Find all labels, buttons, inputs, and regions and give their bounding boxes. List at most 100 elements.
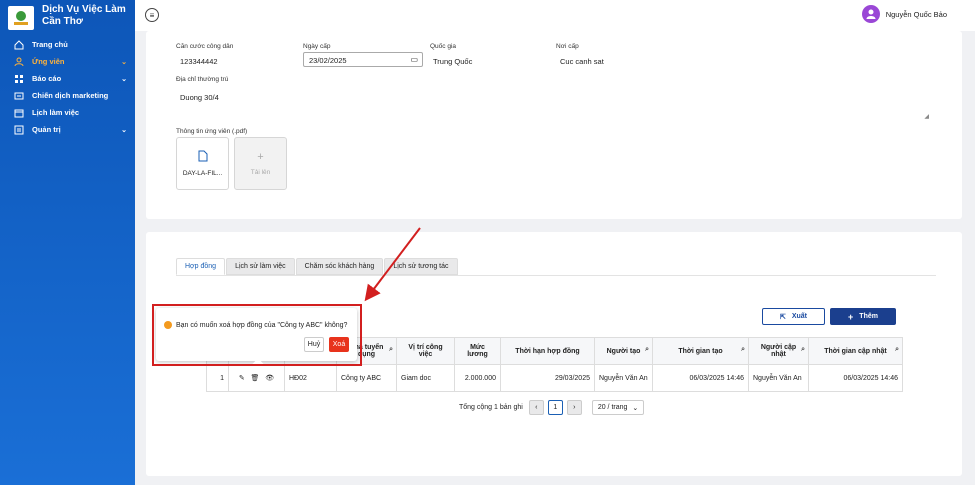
prev-page-button[interactable]: ‹	[528, 400, 544, 415]
cell-creator: Nguyễn Văn An	[594, 364, 653, 392]
col-header-created-at: Thời gian tạo ⌕	[652, 337, 749, 365]
pager-total: Tổng cộng 1 bản ghi	[459, 404, 523, 411]
sidebar-item-label: Lịch làm việc	[32, 108, 80, 117]
cell-employer: Công ty ABC	[336, 364, 397, 392]
page-button[interactable]: 1	[547, 400, 563, 415]
sidebar-item-marketing[interactable]: Chiến dịch marketing	[0, 87, 135, 104]
page-size-select[interactable]: 20 / trang ⌄	[591, 400, 644, 415]
chevron-down-icon: ⌄	[121, 126, 127, 134]
brand-line-2: Cần Thơ	[42, 16, 83, 27]
chevron-left-icon: ‹	[535, 404, 538, 411]
user-name: Nguyễn Quốc Bảo	[885, 9, 947, 19]
col-header-salary: Mức lương	[454, 337, 501, 365]
tabs-divider	[176, 275, 936, 276]
cell-position: Giam doc	[396, 364, 455, 392]
cell-term: 29/03/2025	[500, 364, 595, 392]
col-header-term: Thời hạn hợp đồng	[500, 337, 595, 365]
user-menu[interactable]: Nguyễn Quốc Bảo	[861, 5, 947, 23]
country-field[interactable]: Trung Quốc	[433, 57, 472, 66]
files-label: Thông tin ứng viên (.pdf)	[176, 128, 248, 135]
search-icon[interactable]: ⌕	[645, 346, 649, 354]
cell-salary: 2.000.000	[454, 364, 501, 392]
search-icon[interactable]: ⌕	[389, 346, 393, 354]
add-button[interactable]: + Thêm	[830, 308, 896, 325]
delete-icon[interactable]: 🗑	[251, 375, 260, 382]
sidebar-item-schedule[interactable]: Lịch làm việc	[0, 104, 135, 121]
add-label: Thêm	[859, 313, 878, 320]
export-label: Xuất	[791, 313, 808, 320]
users-icon	[14, 57, 24, 67]
home-icon	[14, 39, 24, 50]
sidebar-item-label: Báo cáo	[32, 74, 62, 83]
cell-created-at: 06/03/2025 14:46	[652, 364, 749, 392]
issue-date-label: Ngày cấp	[303, 43, 331, 50]
annotation-box	[152, 304, 362, 366]
sidebar: Dịch Vụ Việc Làm Cần Thơ Trang chủ Ứng v…	[0, 0, 135, 485]
tab-work-history[interactable]: Lịch sử làm việc	[226, 258, 295, 275]
plus-icon: +	[257, 151, 264, 163]
admin-icon	[14, 125, 24, 135]
tab-interaction-history[interactable]: Lịch sử tương tác	[384, 258, 458, 275]
calendar-icon: ▭	[410, 55, 418, 64]
col-header-position: Vị trí công việc	[396, 337, 455, 365]
cccd-field[interactable]: 123344442	[180, 57, 218, 66]
topbar: ≡ Nguyễn Quốc Bảo	[135, 0, 975, 31]
brand[interactable]: Dịch Vụ Việc Làm Cần Thơ	[0, 0, 135, 34]
sidebar-item-admin[interactable]: Quản trị ⌄	[0, 121, 135, 138]
sidebar-item-home[interactable]: Trang chủ	[0, 36, 135, 53]
issue-date-field[interactable]: 23/02/2025 ▭	[303, 52, 423, 67]
chevron-right-icon: ›	[573, 404, 576, 411]
issue-place-label: Nơi cấp	[556, 43, 579, 50]
cell-updater: Nguyễn Văn An	[748, 364, 809, 392]
sidebar-item-candidates[interactable]: Ứng viên ⌄	[0, 53, 135, 70]
calendar-icon	[14, 108, 24, 118]
tab-customer-care[interactable]: Chăm sóc khách hàng	[295, 258, 384, 275]
sidebar-nav: Trang chủ Ứng viên ⌄ Báo cáo ⌄ Chiến dịc…	[0, 36, 135, 138]
cell-stt: 1	[206, 364, 229, 392]
search-icon[interactable]: ⌕	[801, 346, 805, 354]
cccd-label: Căn cước công dân	[176, 43, 234, 50]
export-button[interactable]: ⇱ Xuất	[762, 308, 825, 325]
resize-handle-icon[interactable]: ◢	[924, 113, 929, 120]
cell-updated-at: 06/03/2025 14:46	[808, 364, 903, 392]
chevron-down-icon: ⌄	[121, 75, 127, 83]
sidebar-item-label: Chiến dịch marketing	[32, 91, 109, 100]
sidebar-item-reports[interactable]: Báo cáo ⌄	[0, 70, 135, 87]
campaign-icon	[14, 91, 24, 101]
issue-place-field[interactable]: Cuc canh sat	[560, 57, 604, 66]
avatar	[861, 5, 880, 23]
cell-code: HĐ02	[284, 364, 337, 392]
upload-tile[interactable]: + Tải lên	[234, 137, 287, 190]
country-label: Quốc gia	[430, 43, 457, 50]
file-name: DAY-LA-FIL...	[182, 170, 223, 177]
tab-bar: Hợp đồng Lịch sử làm việc Chăm sóc khách…	[176, 258, 459, 275]
menu-toggle-button[interactable]: ≡	[145, 8, 159, 22]
col-header-creator: Người tạo ⌕	[594, 337, 653, 365]
grid-icon	[14, 74, 24, 84]
search-icon[interactable]: ⌕	[741, 346, 745, 354]
file-tile[interactable]: DAY-LA-FIL...	[176, 137, 229, 190]
tab-contracts[interactable]: Hợp đồng	[176, 258, 226, 275]
chevron-down-icon: ⌄	[121, 58, 127, 66]
col-header-updater: Người cập nhật ⌕	[748, 337, 809, 365]
logo-icon	[8, 6, 34, 30]
next-page-button[interactable]: ›	[566, 400, 582, 415]
address-field[interactable]: Duong 30/4 ◢	[176, 86, 933, 122]
table-row[interactable]: 1 ✎ 🗑 👁 HĐ02 Công ty ABC Giam doc 2.000.…	[206, 364, 903, 392]
edit-icon[interactable]: ✎	[239, 375, 245, 382]
sidebar-item-label: Trang chủ	[32, 40, 68, 49]
upload-label: Tải lên	[250, 169, 271, 176]
chevron-down-icon: ⌄	[632, 404, 639, 412]
search-icon[interactable]: ⌕	[895, 346, 899, 354]
address-label: Địa chỉ thường trú	[176, 76, 229, 83]
col-header-updated-at: Thời gian cập nhật ⌕	[808, 337, 903, 365]
export-icon: ⇱	[779, 313, 786, 321]
file-icon	[198, 150, 207, 162]
view-icon[interactable]: 👁	[265, 375, 274, 382]
menu-icon: ≡	[149, 10, 155, 20]
plus-icon: +	[848, 311, 854, 322]
address-value: Duong 30/4	[180, 93, 219, 102]
brand-line-1: Dịch Vụ Việc Làm	[42, 4, 126, 15]
sidebar-item-label: Ứng viên	[32, 57, 65, 66]
pagination: Tổng cộng 1 bản ghi ‹ 1 › 20 / trang ⌄	[459, 400, 644, 415]
